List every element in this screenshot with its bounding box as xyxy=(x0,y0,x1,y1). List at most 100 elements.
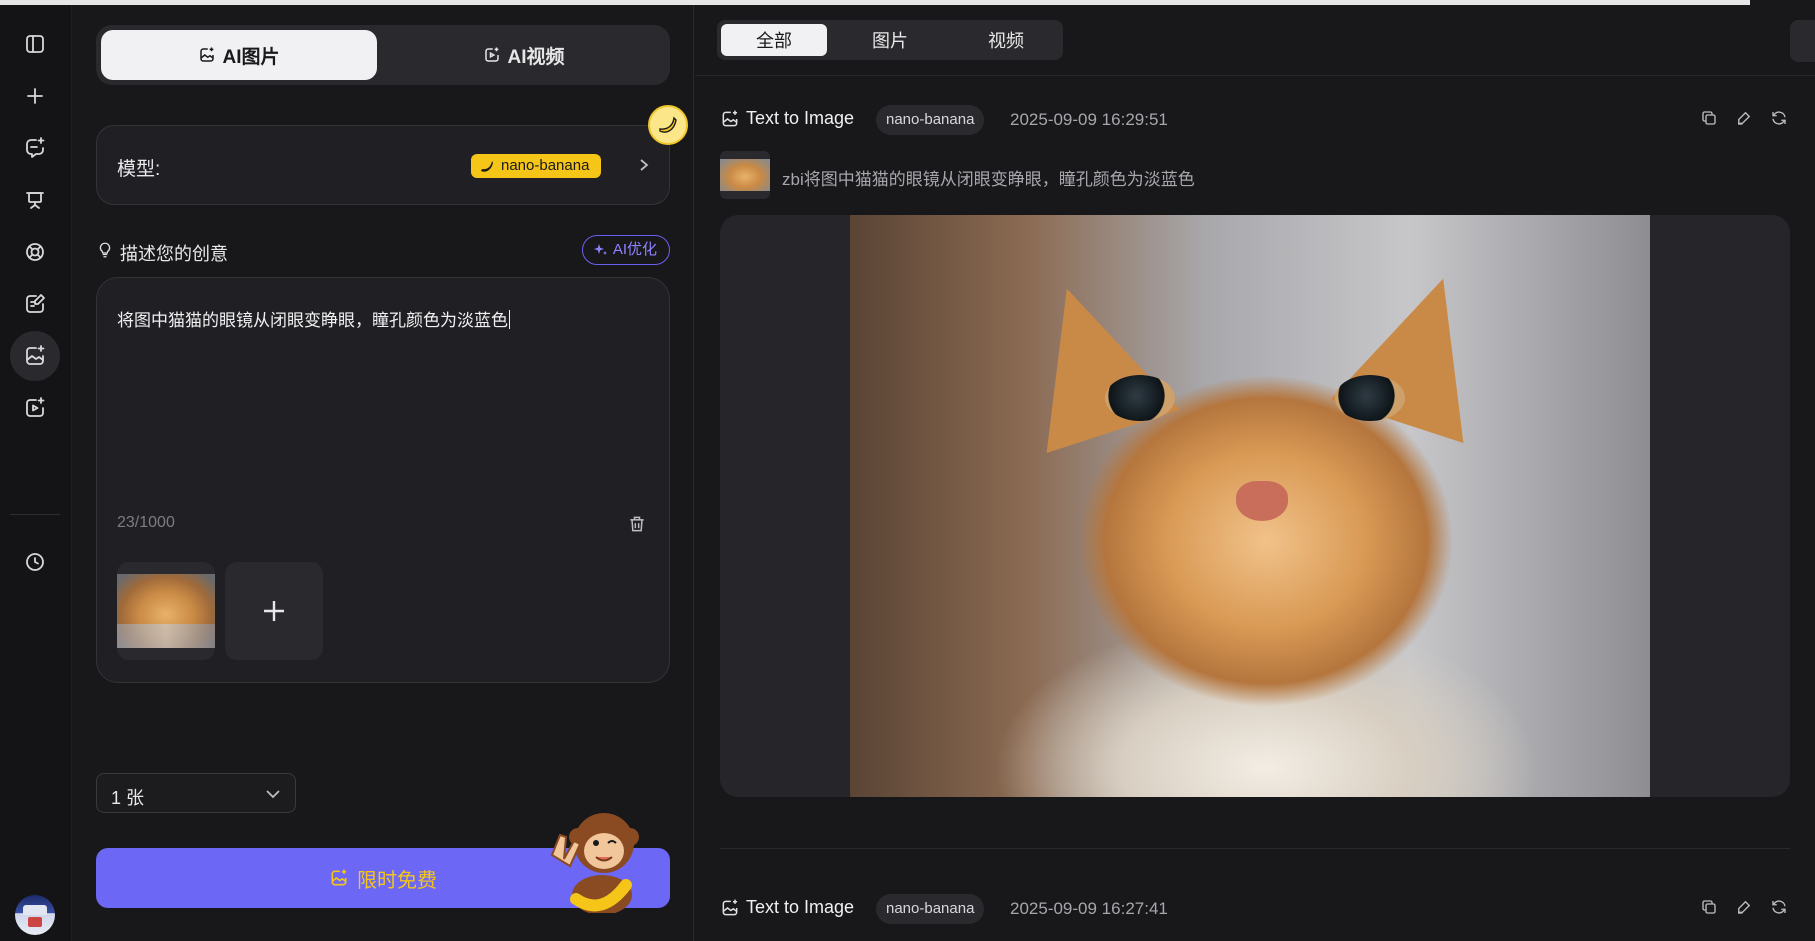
history-record: Text to Image nano-banana 2025-09-09 16:… xyxy=(720,894,1790,934)
user-avatar[interactable] xyxy=(15,895,55,935)
filter-videos[interactable]: 视频 xyxy=(953,24,1059,56)
banana-badge xyxy=(648,105,688,145)
record-timestamp: 2025-09-09 16:29:51 xyxy=(1010,110,1168,129)
record-actions xyxy=(1700,109,1790,129)
mode-switch: AI图片 AI视频 xyxy=(96,25,670,85)
banana-icon xyxy=(481,161,493,172)
edit-note-icon xyxy=(26,294,45,313)
image-sparkle-icon xyxy=(722,110,738,127)
sparkle-icon xyxy=(593,244,607,255)
lifebuoy-icon xyxy=(26,243,44,261)
avatar-window xyxy=(28,917,42,927)
sidebar-toggle-icon xyxy=(26,35,44,53)
prompt-value: 将图中猫猫的眼镜从闭眼变睁眼，瞳孔颜色为淡蓝色 xyxy=(117,311,508,330)
ai-optimize-label: AI优化 xyxy=(612,241,657,258)
reference-image-thumbnail[interactable] xyxy=(117,562,215,660)
cat-eye-right xyxy=(1335,375,1405,421)
model-value: nano-banana xyxy=(501,157,590,174)
reference-cat-image xyxy=(117,574,215,648)
plus-icon xyxy=(264,601,284,621)
copy-icon[interactable] xyxy=(1700,109,1718,127)
describe-row: 描述您的创意 AI优化 xyxy=(96,235,670,265)
tab-ai-video-label: AI视频 xyxy=(507,46,565,68)
model-badge: nano-banana xyxy=(471,154,602,178)
prompt-text[interactable]: 将图中猫猫的眼镜从闭眼变睁眼，瞳孔颜色为淡蓝色 xyxy=(117,306,510,331)
ai-video-button[interactable] xyxy=(10,383,60,433)
ai-chat-button[interactable] xyxy=(10,123,60,173)
header-divider xyxy=(695,75,1815,76)
record-header: Text to Image nano-banana 2025-09-09 16:… xyxy=(720,894,1790,924)
copy-icon[interactable] xyxy=(1700,898,1718,916)
ai-writing-button[interactable] xyxy=(10,279,60,329)
record-actions xyxy=(1700,898,1790,918)
history-clock-icon xyxy=(26,553,44,571)
model-selector[interactable]: 模型: nano-banana xyxy=(96,125,670,205)
regenerate-icon[interactable] xyxy=(1770,109,1788,127)
lightbulb-icon xyxy=(99,242,111,258)
add-image-button[interactable] xyxy=(225,562,323,660)
image-sparkle-icon xyxy=(26,345,45,365)
chat-sparkle-icon xyxy=(26,137,45,158)
ai-optimize-button[interactable]: AI优化 xyxy=(581,235,670,265)
history-record: Text to Image nano-banana 2025-09-09 16:… xyxy=(720,105,1790,805)
record-model-tag: nano-banana xyxy=(876,105,985,135)
image-count-select[interactable]: 1 张 xyxy=(96,773,296,813)
icon-rail xyxy=(0,5,72,941)
video-sparkle-icon xyxy=(26,397,45,417)
trash-icon[interactable] xyxy=(627,514,647,534)
filter-all[interactable]: 全部 xyxy=(721,24,827,56)
result-filter: 全部 图片 视频 xyxy=(717,20,1063,60)
reference-cat-image xyxy=(720,159,770,191)
record-reference-thumbnail[interactable] xyxy=(720,151,770,199)
ai-image-button[interactable] xyxy=(10,331,60,381)
record-divider xyxy=(720,848,1790,849)
ai-tools-button[interactable] xyxy=(10,227,60,277)
char-count: 23/1000 xyxy=(117,514,175,531)
image-sparkle-icon xyxy=(331,869,347,886)
monkey-mascot-icon xyxy=(550,813,639,913)
record-type: Text to Image xyxy=(720,108,854,129)
chevron-right-icon xyxy=(640,159,649,171)
banana-icon xyxy=(659,116,677,133)
cat-eye-left xyxy=(1105,375,1175,421)
tab-ai-video[interactable]: AI视频 xyxy=(383,30,665,80)
model-label: 模型: xyxy=(117,159,161,180)
regenerate-icon[interactable] xyxy=(1770,898,1788,916)
video-sparkle-icon xyxy=(485,47,500,62)
history-button[interactable] xyxy=(10,537,60,587)
record-header: Text to Image nano-banana 2025-09-09 16:… xyxy=(720,105,1790,135)
prompt-input[interactable]: 将图中猫猫的眼镜从闭眼变睁眼，瞳孔颜色为淡蓝色 23/1000 xyxy=(96,277,670,683)
record-timestamp: 2025-09-09 16:27:41 xyxy=(1010,899,1168,918)
cat-ear-left xyxy=(1000,267,1180,453)
result-image-card xyxy=(720,215,1790,797)
avatar-roof xyxy=(23,905,47,915)
generated-cat-image[interactable] xyxy=(850,215,1650,797)
record-type: Text to Image xyxy=(720,897,854,918)
filter-images[interactable]: 图片 xyxy=(837,24,943,56)
tab-ai-image[interactable]: AI图片 xyxy=(101,30,377,80)
image-sparkle-icon xyxy=(722,899,738,916)
chevron-down-icon xyxy=(266,790,280,799)
image-count-value: 1 张 xyxy=(111,788,145,808)
results-area: 全部 图片 视频 Text to Image nano-banana 2025-… xyxy=(695,5,1815,941)
generate-label: 限时免费 xyxy=(357,869,437,892)
tab-ai-image-label: AI图片 xyxy=(222,46,280,68)
record-model-tag: nano-banana xyxy=(876,894,985,924)
rail-divider xyxy=(10,514,60,515)
new-chat-button[interactable] xyxy=(10,71,60,121)
collapsed-side-panel[interactable] xyxy=(1790,20,1815,62)
text-caret xyxy=(509,310,510,329)
edit-icon[interactable] xyxy=(1735,109,1753,127)
describe-title: 描述您的创意 xyxy=(120,244,228,264)
record-type-label: Text to Image xyxy=(746,897,855,917)
cat-nose xyxy=(1236,481,1288,521)
record-prompt: zbi将图中猫猫的眼镜从闭眼变睁眼，瞳孔颜色为淡蓝色 xyxy=(782,170,1195,189)
record-type-label: Text to Image xyxy=(746,108,855,128)
edit-icon[interactable] xyxy=(1735,898,1753,916)
image-sparkle-icon xyxy=(200,47,215,62)
plus-icon xyxy=(27,88,43,104)
ai-ppt-button[interactable] xyxy=(10,175,60,225)
easel-icon xyxy=(26,192,44,209)
creation-panel: AI图片 AI视频 模型: nano-banana 描述您的创意 AI优化 将图… xyxy=(72,5,694,941)
sidebar-toggle-button[interactable] xyxy=(10,19,60,69)
